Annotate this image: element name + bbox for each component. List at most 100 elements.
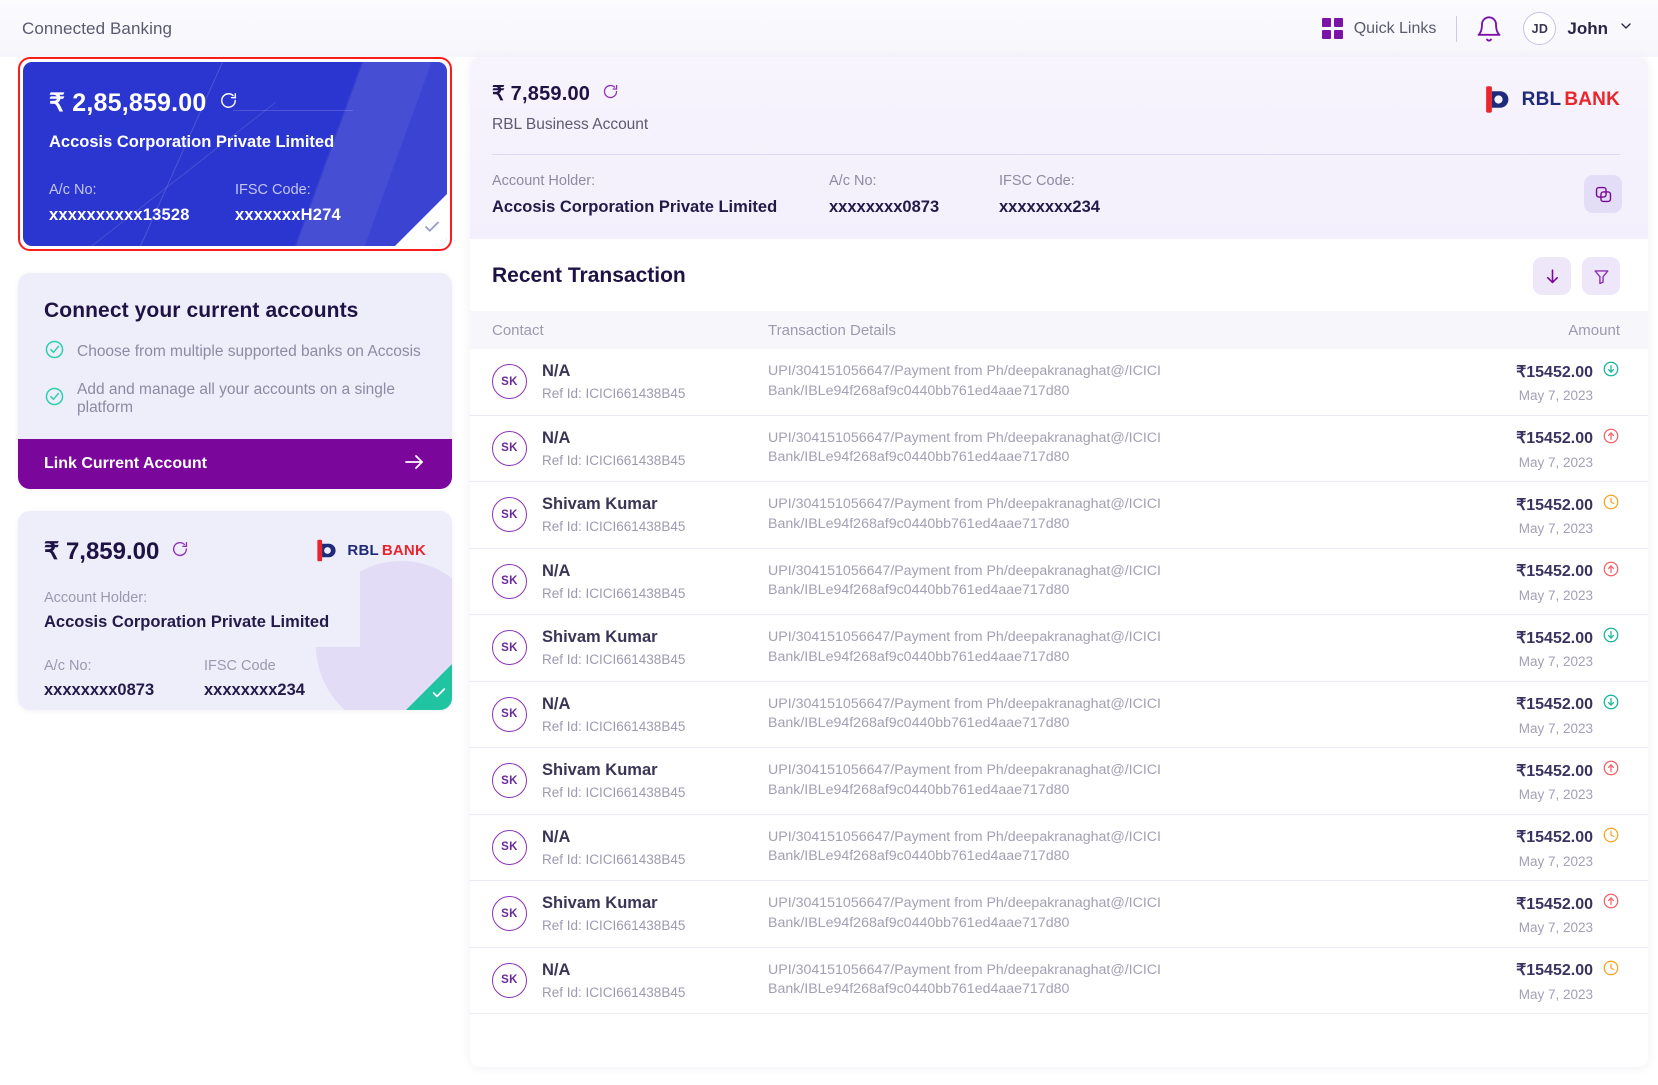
transaction-date: May 7, 2023 — [1518, 521, 1593, 537]
primary-balance-amount: ₹ 2,85,859.00 — [49, 89, 207, 117]
main-holder-value: Accosis Corporation Private Limited — [492, 198, 778, 216]
transaction-ref-id: Ref Id: ICICI661438B45 — [542, 519, 686, 535]
transaction-date: May 7, 2023 — [1518, 587, 1593, 603]
download-transactions-button[interactable] — [1533, 257, 1571, 295]
transaction-contact-text: N/A Ref Id: ICICI661438B45 — [542, 695, 685, 734]
transaction-contact-text: Shivam Kumar Ref Id: ICICI661438B45 — [542, 628, 685, 667]
transaction-contact-name: N/A — [542, 362, 571, 381]
rbl-bank-logo: RBL BANK — [314, 537, 426, 564]
avatar: SK — [492, 962, 527, 998]
account-summary-balance-block: ₹ 7,859.00 RBL Business Account — [492, 81, 648, 134]
account-card-primary[interactable]: ₹ 2,85,859.00 Accosis Corporation Privat… — [18, 57, 452, 251]
copy-account-details-button[interactable] — [1584, 175, 1622, 213]
quick-links-label: Quick Links — [1353, 19, 1437, 37]
main-panel: ₹ 7,859.00 RBL Business Account RBL BANK… — [470, 57, 1648, 1067]
copy-icon — [1595, 186, 1611, 202]
transaction-amount: ₹15452.00 — [1516, 629, 1593, 647]
avatar: SK — [492, 829, 527, 865]
transaction-amount-cell: ₹15452.00 May 7, 2023 — [1445, 493, 1620, 536]
transaction-status-debit-icon — [1602, 759, 1620, 782]
transaction-amount-cell: ₹15452.00 May 7, 2023 — [1445, 959, 1620, 1002]
transaction-status-pending-icon — [1602, 826, 1620, 849]
recent-transactions-header: Recent Transaction — [470, 239, 1648, 311]
rbl-logo-text-red: BANK — [1564, 88, 1620, 110]
transaction-contact-name: Shivam Kumar — [542, 495, 658, 514]
transaction-contact-text: Shivam Kumar Ref Id: ICICI661438B45 — [542, 761, 685, 800]
transaction-amount-row: ₹15452.00 — [1445, 560, 1620, 583]
notification-bell-button[interactable] — [1475, 15, 1503, 43]
transaction-details-line1: UPI/304151056647/Payment from Ph/deepakr… — [768, 562, 1161, 579]
rbl-ifsc-label: IFSC Code — [204, 658, 276, 674]
table-row[interactable]: SK N/A Ref Id: ICICI661438B45 UPI/304151056… — [470, 548, 1648, 615]
main-ifsc-value: xxxxxxxx234 — [999, 198, 1100, 216]
transaction-amount: ₹15452.00 — [1516, 496, 1593, 514]
transaction-details-cell: UPI/304151056647/Payment from Ph/deepakr… — [768, 894, 1445, 933]
transaction-amount-cell: ₹15452.00 May 7, 2023 — [1445, 360, 1620, 403]
avatar[interactable]: JD — [1523, 12, 1557, 45]
header-divider — [1456, 15, 1458, 42]
rbl-logo-text-red: BANK — [381, 542, 426, 559]
table-row[interactable]: SK Shivam Kumar Ref Id: ICICI661438B45 UPI/… — [470, 482, 1648, 549]
transaction-status-debit-icon — [1602, 427, 1620, 450]
transaction-details-line2: Bank/IBLe94f268af9c0440bb761ed4aae717d80 — [768, 715, 1070, 732]
transaction-amount-cell: ₹15452.00 May 7, 2023 — [1445, 626, 1620, 669]
transaction-details-line2: Bank/IBLe94f268af9c0440bb761ed4aae717d80 — [768, 848, 1070, 865]
transaction-status-pending-icon — [1602, 493, 1620, 516]
connect-bullet-text: Choose from multiple supported banks on … — [77, 343, 421, 360]
table-row[interactable]: SK N/A Ref Id: ICICI661438B45 UPI/304151056… — [470, 415, 1648, 482]
transaction-amount-row: ₹15452.00 — [1445, 759, 1620, 782]
rbl-logo-text-dark: RBL — [347, 542, 379, 559]
download-arrow-icon — [1546, 268, 1558, 283]
table-row[interactable]: SK Shivam Kumar Ref Id: ICICI661438B45 UPI/… — [470, 881, 1648, 948]
transaction-amount: ₹15452.00 — [1516, 430, 1593, 448]
filter-transactions-button[interactable] — [1582, 257, 1620, 295]
account-type-label: RBL Business Account — [492, 116, 649, 133]
main-holder-label: Account Holder: — [492, 173, 596, 189]
transaction-contact-name: Shivam Kumar — [542, 628, 658, 647]
transaction-details-line1: UPI/304151056647/Payment from Ph/deepakr… — [768, 828, 1161, 845]
summary-divider — [492, 154, 1620, 155]
table-row[interactable]: SK N/A Ref Id: ICICI661438B45 UPI/304151056… — [470, 814, 1648, 881]
table-row[interactable]: SK N/A Ref Id: ICICI661438B45 UPI/304151056… — [470, 947, 1648, 1014]
transaction-status-debit-icon — [1602, 560, 1620, 583]
connect-bullet: Add and manage all your accounts on a si… — [44, 381, 426, 417]
transaction-date: May 7, 2023 — [1518, 454, 1593, 470]
transaction-amount-cell: ₹15452.00 May 7, 2023 — [1445, 826, 1620, 869]
transaction-ref-id: Ref Id: ICICI661438B45 — [542, 652, 686, 668]
refresh-icon — [173, 542, 188, 557]
transactions-toolbar — [1533, 257, 1620, 295]
check-circle-icon — [44, 339, 65, 365]
transaction-contact-name: N/A — [542, 960, 571, 979]
avatar: SK — [492, 563, 527, 599]
user-menu-button[interactable] — [1618, 18, 1634, 39]
link-current-account-button[interactable]: Link Current Account — [18, 439, 452, 489]
page-title: Connected Banking — [22, 18, 173, 38]
transaction-details-cell: UPI/304151056647/Payment from Ph/deepakr… — [768, 961, 1445, 1000]
check-icon — [431, 685, 447, 706]
transaction-contact-cell: SK N/A Ref Id: ICICI661438B45 — [492, 429, 768, 468]
rbl-ifsc-value: xxxxxxxx234 — [204, 681, 305, 699]
rbl-holder-label: Account Holder: — [44, 590, 148, 606]
transaction-ref-id: Ref Id: ICICI661438B45 — [542, 386, 686, 402]
table-row[interactable]: SK N/A Ref Id: ICICI661438B45 UPI/304151056… — [470, 681, 1648, 748]
table-row[interactable]: SK Shivam Kumar Ref Id: ICICI661438B45 UPI/… — [470, 748, 1648, 815]
connect-bullet: Choose from multiple supported banks on … — [44, 339, 426, 365]
refresh-balance-button[interactable] — [219, 91, 238, 115]
filter-funnel-icon — [1593, 269, 1609, 284]
primary-ifsc-label: IFSC Code: — [235, 182, 311, 198]
transaction-date: May 7, 2023 — [1518, 654, 1593, 670]
table-row[interactable]: SK Shivam Kumar Ref Id: ICICI661438B45 UPI/… — [470, 615, 1648, 682]
primary-acct-no-value: xxxxxxxxxx13528 — [49, 206, 190, 224]
account-card-rbl[interactable]: ₹ 7,859.00 RBL BANK Account Holder: Acco… — [18, 511, 452, 710]
refresh-balance-button[interactable] — [602, 83, 619, 105]
app-header: Connected Banking Quick Links JD John — [0, 0, 1658, 57]
transaction-amount-cell: ₹15452.00 May 7, 2023 — [1445, 693, 1620, 736]
connect-accounts-body: Connect your current accounts Choose fro… — [18, 273, 452, 439]
accounts-sidebar: ₹ 2,85,859.00 Accosis Corporation Privat… — [10, 57, 460, 710]
refresh-icon — [604, 84, 618, 98]
transaction-contact-text: N/A Ref Id: ICICI661438B45 — [542, 362, 685, 401]
table-row[interactable]: SK N/A Ref Id: ICICI661438B45 UPI/304151056… — [470, 349, 1648, 416]
quick-links-button[interactable]: Quick Links — [1321, 18, 1457, 39]
transaction-details-line1: UPI/304151056647/Payment from Ph/deepakr… — [768, 496, 1161, 513]
refresh-balance-button[interactable] — [171, 540, 189, 563]
